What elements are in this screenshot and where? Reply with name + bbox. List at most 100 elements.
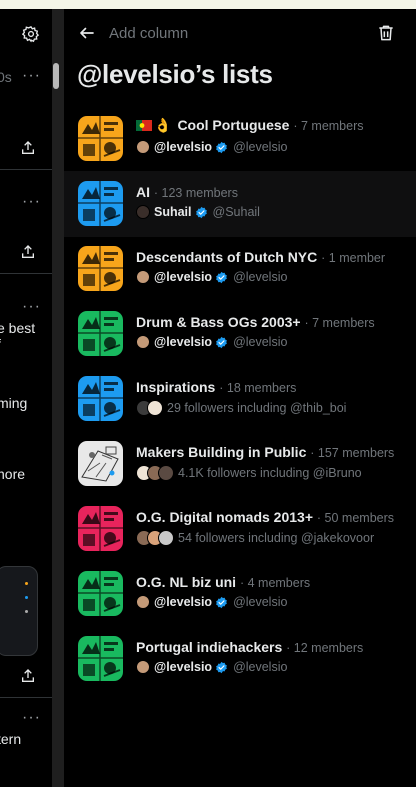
- list-banner-illustration-icon: [78, 636, 123, 681]
- list-title[interactable]: Inspirations · 18 members: [136, 379, 296, 395]
- more-icon[interactable]: ···: [22, 67, 41, 85]
- verified-badge-icon: [216, 596, 227, 608]
- list-name: O.G. NL biz uni: [136, 574, 237, 590]
- avatar[interactable]: [136, 660, 150, 674]
- arrow-left-icon[interactable]: [78, 24, 96, 42]
- list-name: Portugal indiehackers: [136, 639, 283, 655]
- list-name: Descendants of Dutch NYC: [136, 249, 318, 265]
- more-icon[interactable]: ···: [22, 193, 41, 211]
- page-title: @levelsio’s lists: [77, 59, 273, 89]
- share-icon[interactable]: [20, 244, 36, 260]
- divider: [0, 273, 52, 274]
- list-title[interactable]: Drum & Bass OGs 2003+ · 7 members: [136, 314, 375, 330]
- add-column-label[interactable]: Add column: [109, 25, 188, 42]
- member-count: · 7 members: [293, 119, 364, 133]
- owner-handle[interactable]: @Suhail: [213, 205, 260, 219]
- list-banner-illustration-icon: [78, 376, 123, 421]
- list-title[interactable]: AI · 123 members: [136, 184, 238, 200]
- verified-badge-icon: [195, 206, 207, 218]
- owner-handle[interactable]: @levelsio: [233, 270, 287, 284]
- column-header: Add column: [64, 9, 416, 57]
- followers-text: 54 followers including @jakekovoor: [178, 531, 375, 545]
- list-subline: 29 followers including @thib_boi: [136, 400, 346, 416]
- divider: [0, 169, 52, 170]
- member-count: · 4 members: [239, 576, 311, 590]
- followers-text: 4.1K followers including @iBruno: [178, 466, 362, 480]
- verified-badge-icon: [216, 661, 227, 673]
- list-item[interactable]: Drum & Bass OGs 2003+ · 7 members @levels…: [64, 301, 416, 367]
- owner-name[interactable]: @levelsio: [154, 270, 212, 284]
- member-count: · 1 member: [321, 251, 386, 265]
- list-subline: 4.1K followers including @iBruno: [136, 465, 362, 481]
- list-item[interactable]: 👌 Cool Portuguese · 7 members @levelsio @le…: [64, 106, 416, 172]
- feed-snippet: ming: [0, 395, 28, 411]
- trash-icon[interactable]: [376, 23, 396, 43]
- list-subline: @levelsio @levelsio: [136, 595, 287, 609]
- list-title[interactable]: Makers Building in Public · 157 members: [136, 444, 394, 460]
- media-thumbnail[interactable]: [0, 566, 38, 656]
- list-item[interactable]: AI · 123 members Suhail @Suhail: [64, 171, 416, 237]
- feed-snippet: e best: [0, 320, 36, 336]
- avatar[interactable]: [136, 205, 150, 219]
- list-name: Drum & Bass OGs 2003+: [136, 314, 301, 330]
- list-banner-illustration-icon: [78, 571, 123, 616]
- list-item[interactable]: O.G. Digital nomads 2013+ · 50 members 54…: [64, 496, 416, 562]
- owner-name[interactable]: Suhail: [154, 205, 192, 219]
- ok-hand-icon: 👌: [154, 117, 172, 133]
- owner-handle[interactable]: @levelsio: [233, 335, 287, 349]
- scrollbar-thumb[interactable]: [53, 63, 59, 89]
- avatar[interactable]: [136, 595, 150, 609]
- browser-top-strip: [0, 0, 416, 9]
- verified-badge-icon: [216, 141, 227, 153]
- owner-handle[interactable]: @levelsio: [233, 140, 287, 154]
- owner-name[interactable]: @levelsio: [154, 335, 212, 349]
- list-subline: 54 followers including @jakekovoor: [136, 530, 374, 546]
- member-count: · 12 members: [286, 641, 364, 655]
- portugal-flag-icon: [136, 120, 152, 131]
- more-icon[interactable]: ···: [22, 709, 41, 727]
- list-title[interactable]: O.G. NL biz uni · 4 members: [136, 574, 310, 590]
- list-name: Makers Building in Public: [136, 444, 307, 460]
- owner-handle[interactable]: @levelsio: [233, 595, 287, 609]
- member-count: · 7 members: [304, 316, 375, 330]
- list-banner-illustration-icon: [78, 246, 123, 291]
- list-title[interactable]: 👌 Cool Portuguese · 7 members: [136, 117, 364, 134]
- avatar[interactable]: [136, 140, 150, 154]
- list-title[interactable]: Descendants of Dutch NYC · 1 member: [136, 249, 385, 265]
- left-column-partial: 0s ··· ··· ··· e best f ming nore ··· te…: [0, 9, 52, 787]
- list-name: O.G. Digital nomads 2013+: [136, 509, 314, 525]
- list-subline: Suhail @Suhail: [136, 205, 260, 219]
- owner-name[interactable]: @levelsio: [154, 140, 212, 154]
- avatar: [147, 400, 163, 416]
- owner-name[interactable]: @levelsio: [154, 595, 212, 609]
- feed-snippet: f: [0, 336, 1, 352]
- verified-badge-icon: [216, 336, 227, 348]
- lists-column: Add column @levelsio’s lists 👌 Cool Portu…: [64, 9, 416, 787]
- list-item[interactable]: Descendants of Dutch NYC · 1 member @leve…: [64, 236, 416, 302]
- list-banner-sketch-icon: [78, 441, 123, 486]
- share-icon[interactable]: [20, 668, 36, 684]
- list-title[interactable]: O.G. Digital nomads 2013+ · 50 members: [136, 509, 394, 525]
- followers-text: 29 followers including @thib_boi: [167, 401, 347, 415]
- avatar[interactable]: [136, 270, 150, 284]
- owner-name[interactable]: @levelsio: [154, 660, 212, 674]
- list-item[interactable]: Makers Building in Public · 157 members 4…: [64, 431, 416, 497]
- list-item[interactable]: Portugal indiehackers · 12 members @level…: [64, 626, 416, 692]
- owner-handle[interactable]: @levelsio: [233, 660, 287, 674]
- settings-gear-icon[interactable]: [22, 25, 40, 43]
- list-banner-illustration-icon: [78, 181, 123, 226]
- list-title[interactable]: Portugal indiehackers · 12 members: [136, 639, 363, 655]
- follower-avatars: [136, 530, 174, 546]
- list-item[interactable]: Inspirations · 18 members 29 followers in…: [64, 366, 416, 432]
- avatar: [158, 530, 174, 546]
- list-subline: @levelsio @levelsio: [136, 335, 287, 349]
- list-banner-illustration-icon: [78, 506, 123, 551]
- member-count: · 157 members: [310, 446, 395, 460]
- more-icon[interactable]: ···: [22, 298, 41, 316]
- list-item[interactable]: O.G. NL biz uni · 4 members @levelsio @lev…: [64, 561, 416, 627]
- follower-avatars: [136, 465, 174, 481]
- share-icon[interactable]: [20, 140, 36, 156]
- avatar[interactable]: [136, 335, 150, 349]
- list-subline: @levelsio @levelsio: [136, 140, 287, 154]
- divider: [0, 697, 52, 698]
